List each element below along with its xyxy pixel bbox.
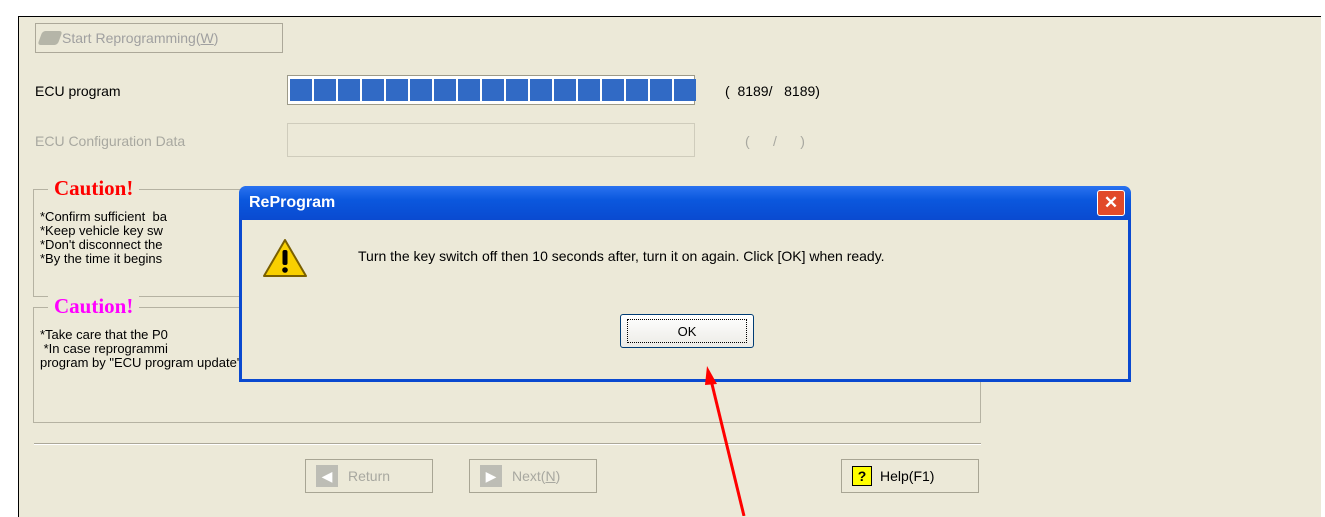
annotation-arrow: [705, 366, 746, 516]
